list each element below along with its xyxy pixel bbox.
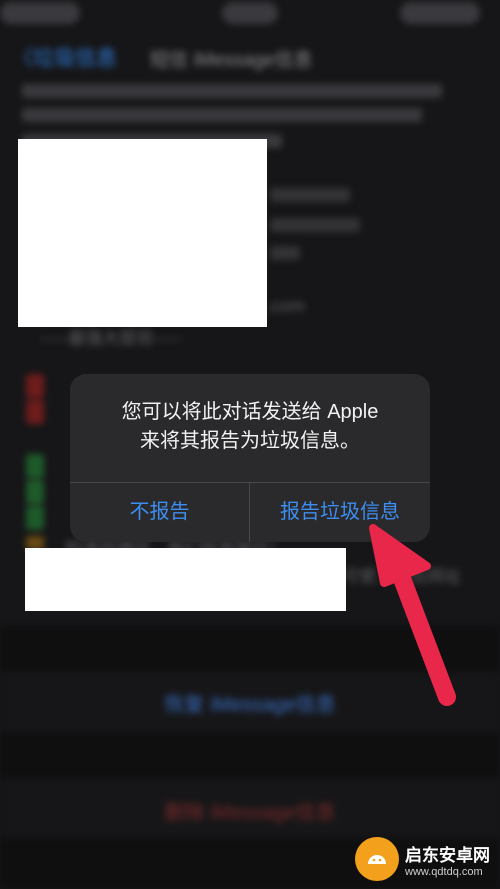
watermark-logo-icon xyxy=(355,837,399,881)
site-watermark: 启东安卓网 www.qdtdq.com xyxy=(355,837,490,881)
watermark-url: www.qdtdq.com xyxy=(405,865,483,878)
arrow-shaft xyxy=(389,559,456,706)
phone-screen: 〈垃圾信息 短信 iMessage信息 .com -----最强大提现-----… xyxy=(0,0,500,889)
red-arrow-annotation xyxy=(369,524,456,706)
android-head-icon xyxy=(368,855,386,864)
watermark-text: 启东安卓网 www.qdtdq.com xyxy=(405,841,490,878)
watermark-brand: 启东安卓网 xyxy=(405,845,490,865)
arrow-head xyxy=(369,524,431,587)
